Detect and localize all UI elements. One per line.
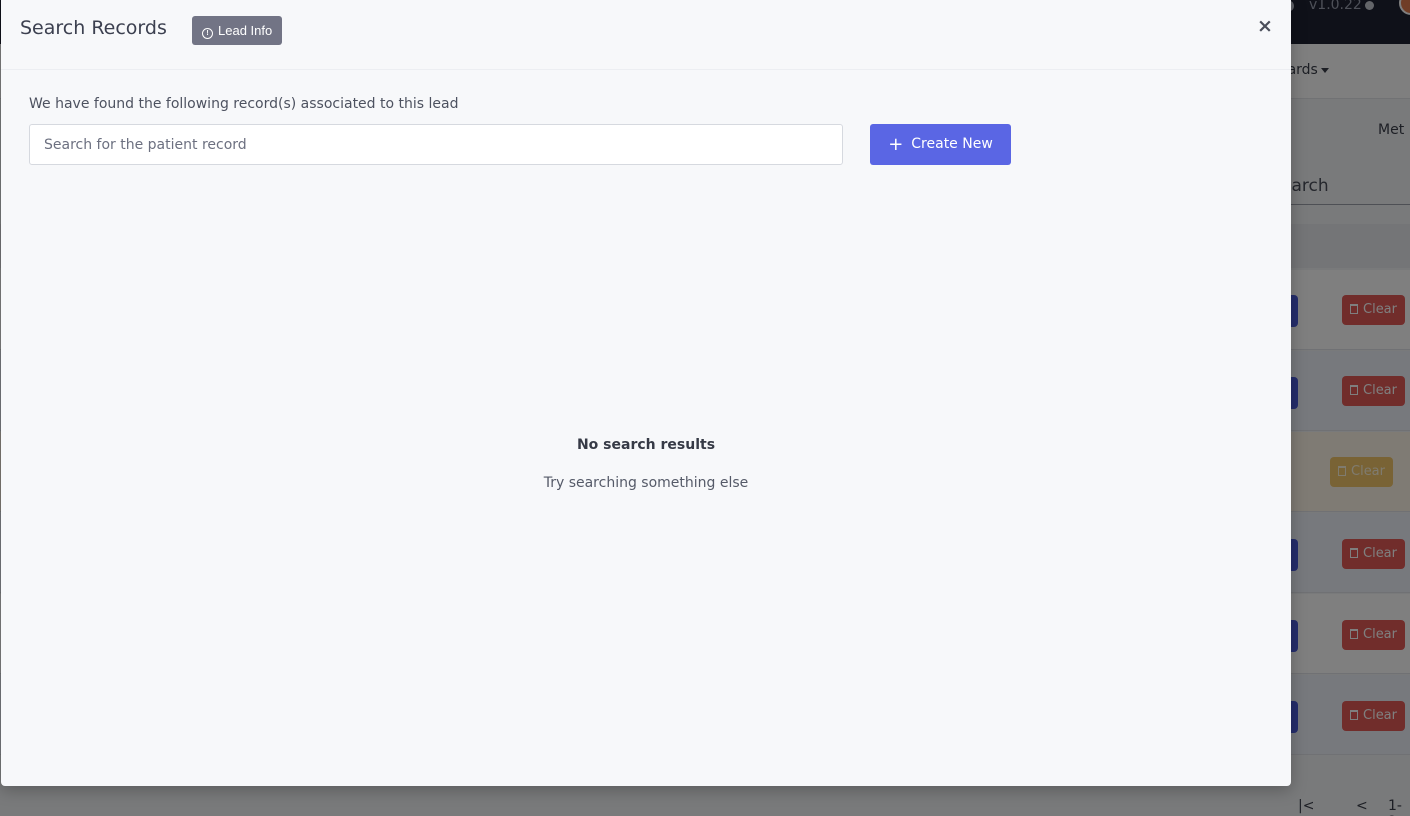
- modal-title: Search Records: [20, 17, 167, 39]
- lead-info-label: Lead Info: [218, 23, 273, 38]
- create-new-label: Create New: [911, 136, 993, 152]
- create-new-button[interactable]: + Create New: [870, 124, 1011, 165]
- modal-header: Search Records ! Lead Info ×: [1, 0, 1291, 70]
- search-records-modal: Search Records ! Lead Info × We have foun…: [1, 0, 1291, 786]
- info-icon: !: [202, 28, 213, 39]
- empty-state-title: No search results: [576, 437, 716, 453]
- empty-state-subtitle: Try searching something else: [543, 475, 749, 491]
- found-records-label: We have found the following record(s) as…: [29, 96, 459, 112]
- lead-info-button[interactable]: ! Lead Info: [192, 16, 283, 45]
- patient-search-input[interactable]: [29, 124, 843, 165]
- close-button[interactable]: ×: [1254, 14, 1276, 38]
- plus-icon: +: [888, 134, 904, 155]
